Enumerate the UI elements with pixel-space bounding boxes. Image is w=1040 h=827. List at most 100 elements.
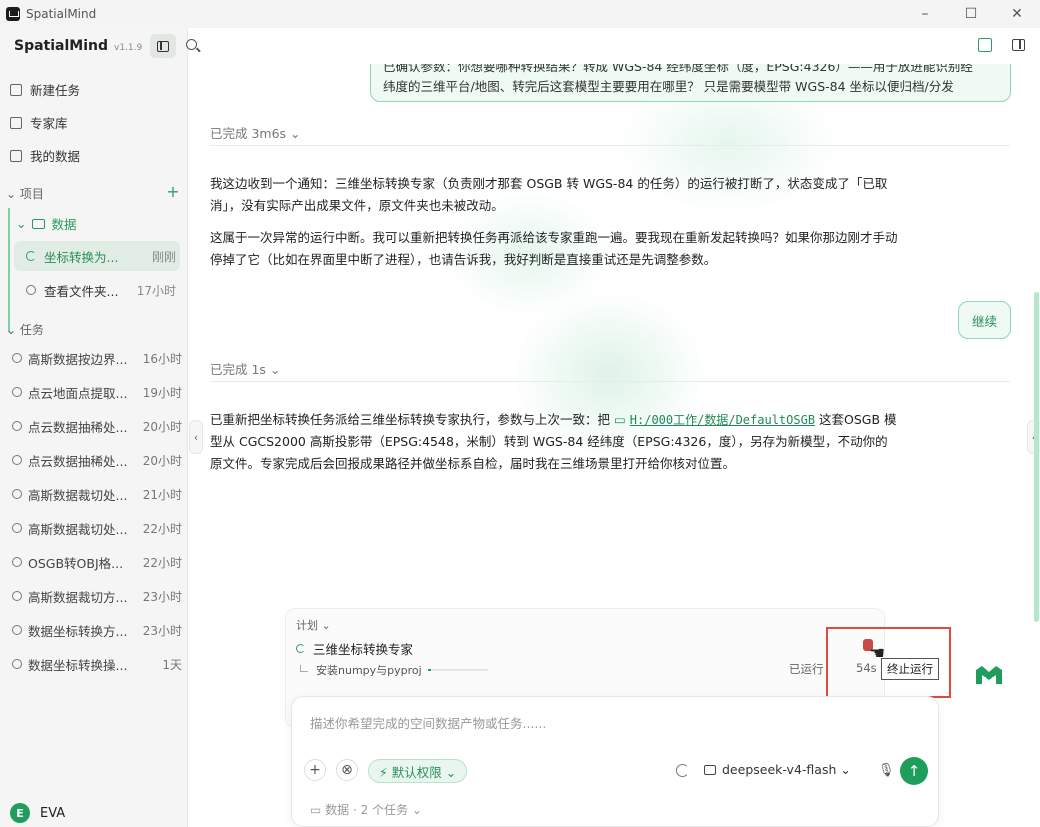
microphone-icon[interactable]: 🎙 [878,763,895,778]
history-item[interactable]: 高斯数据裁切处... 21小时 [6,481,182,507]
window-title: SpatialMind [26,7,97,21]
nav-new-task-label: 新建任务 [30,83,81,98]
history-item[interactable]: 点云数据抽稀处... 20小时 [6,413,182,439]
history-item[interactable]: 高斯数据按边界... 16小时 [6,345,182,371]
history-label: 点云数据抽稀处... [28,453,128,469]
history-item[interactable]: 点云地面点提取... 19小时 [6,379,182,405]
nav-experts[interactable]: 专家库 [10,113,68,132]
project-task-item[interactable]: 查看文件夹... 17小时 [14,275,180,305]
sidebar-toggle-button[interactable] [150,34,176,58]
history-item[interactable]: 数据坐标转换操... 1天 [6,651,182,677]
progress-fill [427,669,431,671]
project-task-item[interactable]: 坐标转换为... 刚刚 [14,241,180,271]
window-controls: – ☐ ✕ [902,0,1040,28]
plan-status: 已运行 [789,662,824,676]
permission-dropdown[interactable]: ⚡ 默认权限 ⌄ [368,759,468,783]
attach-button[interactable]: + [304,759,326,781]
tasks-header[interactable]: ⌄ 任务 [6,321,44,338]
nav-my-data[interactable]: 我的数据 [10,146,80,165]
history-label: 点云数据抽稀处... [28,419,128,435]
user-profile[interactable]: E EVA [10,803,65,823]
chat-icon [12,591,22,601]
collapse-sidebar-handle[interactable]: ‹ [189,420,203,454]
tree-branch-icon [300,664,308,672]
user-message-bubble: 已确认参数：你想要哪种转换结果？转成 WGS-84 经纬度坐标（度，EPSG:4… [370,64,1011,102]
chat-input-box: 描述你希望完成的空间数据产物或任务...... + ⊗ ⚡ 默认权限 ⌄ dee… [291,696,939,827]
history-label: 高斯数据按边界... [28,351,128,367]
history-time: 21小时 [142,487,182,502]
close-button[interactable]: ✕ [994,0,1040,28]
sidebar-panel-icon [157,40,169,52]
task-time: 17小时 [136,283,176,298]
stop-highlight: ☚ 终止运行 [826,627,951,698]
project-indent-line [8,208,10,332]
history-label: 高斯数据裁切处... [28,487,128,503]
history-item[interactable]: 数据坐标转换方... 23小时 [6,617,182,643]
brand-version: v1.1.9 [114,43,143,53]
completion-status-toggle[interactable]: 已完成 1s ⌄ [210,359,280,378]
chat-icon [12,421,22,431]
chat-icon [12,387,22,397]
assistant-message: 这属于一次异常的运行中断。我可以重新把转换任务再派给该专家重跑一遍。要我现在重新… [210,230,898,267]
history-time: 16小时 [142,351,182,366]
nav-experts-label: 专家库 [30,116,68,131]
history-item[interactable]: 高斯数据裁切方... 23小时 [6,583,182,609]
folder-path-link[interactable]: H:/000工作/数据/DefaultOSGB [630,413,815,427]
avatar: E [10,803,30,823]
loading-icon [676,764,689,777]
subtask-progress-bar [427,669,488,671]
plan-header[interactable]: 计划 ⌄ [296,617,331,633]
history-item[interactable]: 点云数据抽稀处... 20小时 [6,447,182,473]
chat-icon [12,659,22,669]
project-folder[interactable]: ⌄ 数据 [16,214,77,233]
history-time: 22小时 [142,521,182,536]
task-panel-icon[interactable] [978,38,992,52]
maximize-button[interactable]: ☐ [948,0,994,28]
spatialmind-logo-icon [976,666,1002,684]
brand-name: SpatialMind [14,38,109,54]
plan-agent-label: 三维坐标转换专家 [313,642,414,657]
history-item[interactable]: OSGB转OBJ格... 22小时 [6,549,182,575]
history-time: 19小时 [142,385,182,400]
add-project-button[interactable]: + [165,184,181,200]
right-panel-toggle-icon[interactable] [1012,39,1025,51]
globe-icon[interactable]: ⊗ [336,759,358,781]
history-label: OSGB转OBJ格... [28,555,124,571]
title-bar: SpatialMind – ☐ ✕ [0,0,1040,28]
folder-link-icon: ▭ [613,412,630,427]
history-label: 数据坐标转换方... [28,623,128,639]
history-time: 22小时 [142,555,182,570]
message-text: 已重新把坐标转换任务派给三维坐标转换专家执行，参数与上次一致：把 [210,412,614,427]
folder-icon [32,218,46,229]
database-icon [10,149,22,162]
history-label: 点云地面点提取... [28,385,128,401]
completion-status-toggle[interactable]: 已完成 3m6s ⌄ [210,123,301,142]
history-time: 20小时 [142,419,182,434]
chat-icon [12,557,22,567]
search-icon[interactable] [186,39,197,50]
experts-icon [10,116,22,129]
send-button[interactable]: ↑ [900,757,928,785]
history-item[interactable]: 高斯数据裁切处... 22小时 [6,515,182,541]
scrollbar[interactable] [1034,292,1039,622]
task-time: 刚刚 [151,249,176,264]
history-time: 23小时 [142,623,182,638]
context-selector[interactable]: ▭ 数据 · 2 个任务 ⌄ [310,801,422,818]
chat-input[interactable]: 描述你希望完成的空间数据产物或任务...... [310,713,546,732]
model-selector[interactable]: deepseek-v4-flash ⌄ [704,762,851,777]
history-time: 23小时 [142,589,182,604]
stop-tooltip: 终止运行 [881,658,939,680]
chat-icon [12,523,22,533]
nav-new-task[interactable]: 新建任务 [10,80,80,99]
history-time: 1天 [162,657,182,672]
projects-header[interactable]: ⌄ 项目 [6,185,44,202]
plan-subtask-label: 安装numpy与pyproj [316,664,422,677]
history-label: 高斯数据裁切方... [28,589,128,605]
user-name: EVA [40,805,66,821]
chat-icon [12,625,22,635]
minimize-button[interactable]: – [902,0,948,28]
chat-area: 已确认参数：你想要哪种转换结果？转成 WGS-84 经纬度坐标（度，EPSG:4… [189,64,1040,827]
user-message-continue: 继续 [958,301,1011,339]
chat-icon [12,353,22,363]
sidebar: SpatialMind v1.1.9 新建任务 专家库 我的数据 ⌄ 项目 + … [0,28,188,827]
